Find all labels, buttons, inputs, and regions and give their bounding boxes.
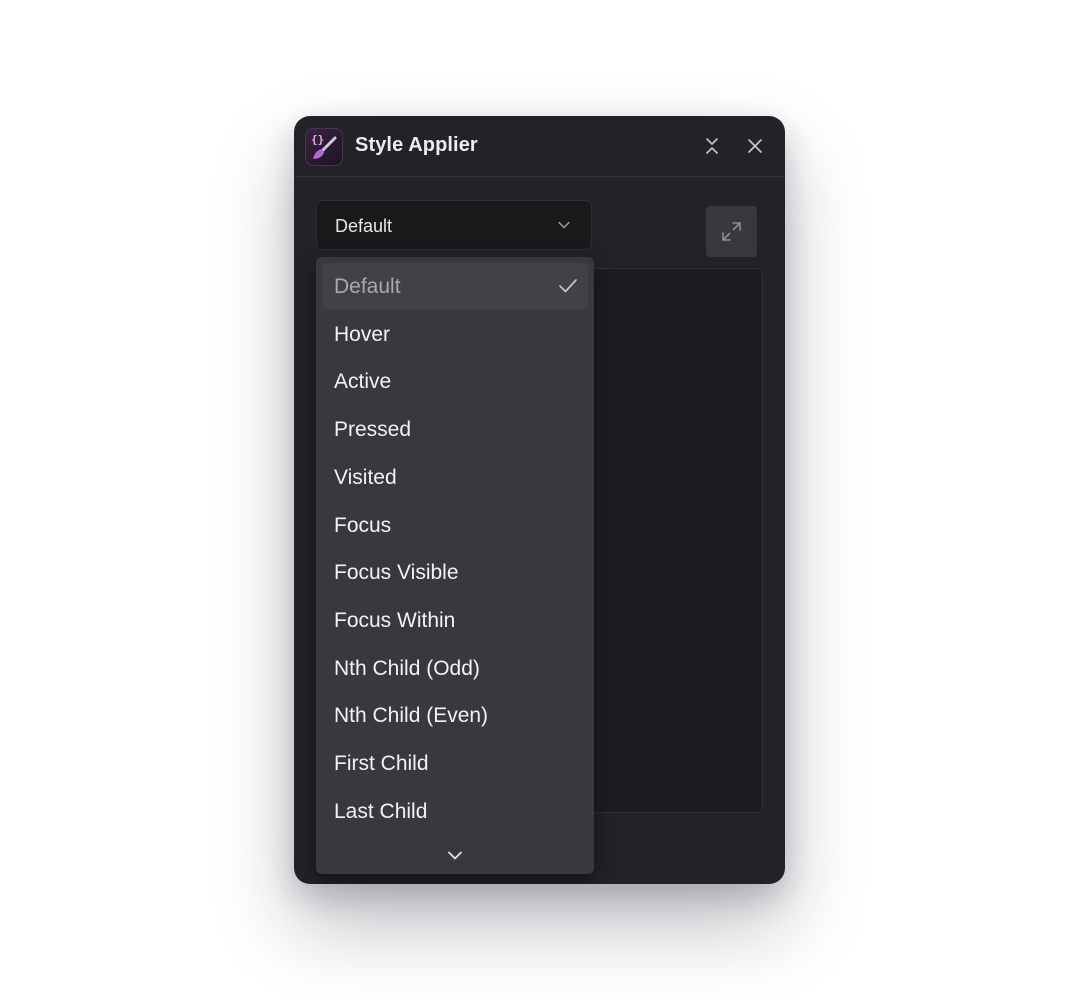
close-button[interactable] [743,134,767,158]
dropdown-item-focus[interactable]: Focus [322,502,588,548]
dropdown-item-label: Last Child [334,800,428,823]
state-select-value: Default [335,216,393,236]
dropdown-item-visited[interactable]: Visited [322,454,588,500]
dropdown-item-nth-child-even[interactable]: Nth Child (Even) [322,692,588,738]
window-title: Style Applier [355,134,478,156]
dropdown-item-label: Nth Child (Odd) [334,657,480,680]
dropdown-item-focus-visible[interactable]: Focus Visible [322,549,588,595]
collapse-icon [706,138,718,154]
dropdown-item-last-child[interactable]: Last Child [322,788,588,834]
dropdown-item-label: Default [334,275,401,298]
dropdown-item-focus-within[interactable]: Focus Within [322,597,588,643]
dropdown-item-first-child[interactable]: First Child [322,740,588,786]
dropdown-item-nth-child-odd[interactable]: Nth Child (Odd) [322,645,588,691]
dropdown-item-hover[interactable]: Hover [322,311,588,357]
state-dropdown-menu: Default Hover Active Pressed Visited Foc… [316,257,594,874]
title-bar: {} Style Applier [294,116,785,177]
dropdown-item-label: Focus Within [334,609,456,632]
chevron-down-icon [448,851,462,860]
style-applier-logo-icon: {} [305,128,343,166]
dropdown-item-label: Nth Child (Even) [334,704,489,727]
dropdown-item-label: Focus Visible [334,561,459,584]
dropdown-item-label: Hover [334,323,391,346]
svg-text:{}: {} [311,133,324,146]
check-icon [559,279,577,293]
state-select[interactable]: Default [316,200,592,250]
desktop-background: {} Style Applier Default Default Hover A… [0,0,1080,1000]
dropdown-item-label: First Child [334,752,429,775]
dropdown-item-label: Pressed [334,418,412,441]
dropdown-item-default[interactable]: Default [322,263,588,309]
dropdown-scroll-down-button[interactable] [445,849,465,863]
expand-icon [722,222,741,241]
dropdown-item-label: Focus [334,514,392,537]
collapse-button[interactable] [700,134,724,158]
close-icon [748,139,762,153]
style-applier-window: {} Style Applier Default Default Hover A… [294,116,785,884]
dropdown-item-active[interactable]: Active [322,358,588,404]
dropdown-item-pressed[interactable]: Pressed [322,406,588,452]
chevron-down-icon [558,221,570,229]
dropdown-item-label: Visited [334,466,397,489]
dropdown-item-label: Active [334,370,392,393]
expand-button[interactable] [706,206,757,257]
